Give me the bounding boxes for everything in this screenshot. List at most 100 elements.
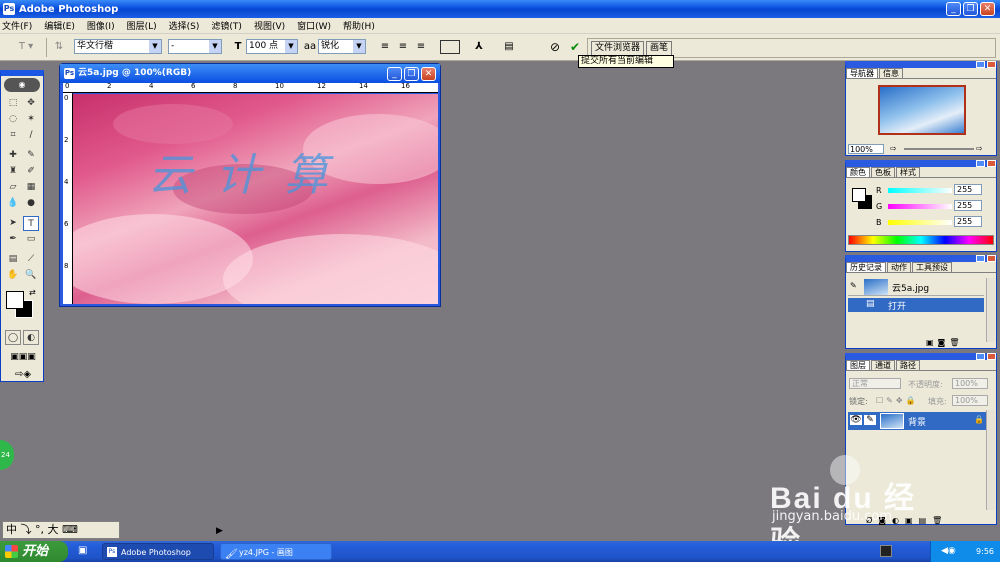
tab-swatches[interactable]: 色板: [871, 167, 895, 177]
font-size-select[interactable]: 100 点 ▼: [246, 39, 298, 54]
navigator-zoom-field[interactable]: 100%: [848, 144, 884, 154]
panel-close-button[interactable]: [987, 61, 996, 68]
image-canvas[interactable]: 云计算: [73, 94, 438, 304]
hand-tool-icon[interactable]: ✋: [5, 268, 21, 283]
gradient-tool-icon[interactable]: ▦: [23, 180, 39, 195]
tab-paths[interactable]: 路径: [896, 360, 920, 370]
layer-visibility-icon[interactable]: 👁: [850, 415, 862, 425]
tab-brushes[interactable]: 画笔: [646, 41, 673, 56]
text-orientation-icon[interactable]: ⇅: [52, 39, 66, 55]
menu-filter[interactable]: 滤镜(T): [211, 19, 242, 32]
history-step-row[interactable]: ▤ 打开: [848, 298, 984, 312]
menu-view[interactable]: 视图(V): [254, 19, 285, 32]
align-center-icon[interactable]: ≡: [396, 39, 410, 55]
tab-info[interactable]: 信息: [879, 68, 903, 78]
opacity-field[interactable]: 100%: [952, 378, 988, 389]
history-action-icons[interactable]: ▣◙🗑: [926, 338, 982, 347]
taskbar-paint[interactable]: 🖌 yz4.JPG - 画图: [220, 543, 332, 560]
scroll-right-icon[interactable]: ▶: [216, 526, 223, 536]
lock-icons[interactable]: ☐✎✥🔒: [876, 396, 919, 405]
slice-tool-icon[interactable]: ∕: [23, 128, 39, 143]
fill-field[interactable]: 100%: [952, 395, 988, 406]
b-value-field[interactable]: 255: [954, 216, 982, 227]
doc-minimize-button[interactable]: _: [387, 67, 402, 81]
g-slider[interactable]: [888, 204, 952, 209]
zoom-in-icon[interactable]: ⇨: [976, 144, 983, 153]
foreground-color-swatch[interactable]: [6, 291, 24, 309]
menu-select[interactable]: 选择(S): [169, 19, 200, 32]
maximize-button[interactable]: ❐: [963, 2, 978, 16]
font-family-select[interactable]: 华文行楷 ▼: [74, 39, 162, 54]
tab-styles[interactable]: 样式: [896, 167, 920, 177]
show-desktop-icon[interactable]: ▣: [78, 545, 92, 558]
swap-colors-icon[interactable]: ⇄: [29, 288, 36, 297]
pen-tool-icon[interactable]: ✒: [5, 232, 21, 247]
panel-minimize-button[interactable]: [976, 353, 985, 360]
color-fg-swatch[interactable]: [852, 188, 866, 202]
palettes-icon[interactable]: ▤: [502, 39, 516, 55]
clone-stamp-tool-icon[interactable]: ♜: [5, 164, 21, 179]
quick-mask-mode-icon[interactable]: ◐: [23, 330, 39, 345]
menu-help[interactable]: 帮助(H): [343, 19, 375, 32]
r-value-field[interactable]: 255: [954, 184, 982, 195]
menu-layer[interactable]: 图层(L): [127, 19, 157, 32]
warp-text-icon[interactable]: ⅄: [472, 39, 486, 55]
zoom-slider[interactable]: [904, 148, 974, 150]
panel-close-button[interactable]: [987, 255, 996, 262]
text-tool-preset-icon[interactable]: T ▾: [14, 39, 38, 55]
commit-edit-icon[interactable]: ✔: [568, 39, 582, 55]
eraser-tool-icon[interactable]: ▱: [5, 180, 21, 195]
vertical-ruler[interactable]: 0 2 4 6 8: [63, 93, 73, 304]
blur-tool-icon[interactable]: 💧: [5, 196, 21, 211]
adobe-online-icon[interactable]: ◉: [4, 78, 40, 92]
tab-color[interactable]: 颜色: [846, 167, 870, 177]
lasso-tool-icon[interactable]: ◌: [5, 112, 21, 127]
panel-minimize-button[interactable]: [976, 160, 985, 167]
panel-close-button[interactable]: [987, 353, 996, 360]
color-ramp[interactable]: [848, 235, 994, 245]
standard-mode-icon[interactable]: ◯: [5, 330, 21, 345]
document-window[interactable]: Ps 云5a.jpg @ 100%(RGB) _ ❐ ✕ 0 2 4 6 8 10 12 14…: [59, 63, 441, 307]
tab-actions[interactable]: 动作: [887, 262, 911, 272]
antialias-select[interactable]: 锐化 ▼: [318, 39, 366, 54]
navigator-thumbnail[interactable]: [878, 85, 966, 135]
tab-file-browser[interactable]: 文件浏览器: [591, 41, 645, 56]
text-color-swatch[interactable]: [440, 40, 460, 54]
b-slider[interactable]: [888, 220, 952, 225]
doc-close-button[interactable]: ✕: [421, 67, 436, 81]
marquee-tool-icon[interactable]: ⬚: [5, 96, 21, 111]
tray-clock[interactable]: 9:56: [976, 547, 994, 556]
crop-tool-icon[interactable]: ⌗: [5, 128, 21, 143]
type-tool-icon[interactable]: T: [23, 216, 39, 231]
notes-tool-icon[interactable]: ▤: [5, 252, 21, 267]
shape-tool-icon[interactable]: ▭: [23, 232, 39, 247]
healing-brush-tool-icon[interactable]: ✚: [5, 148, 21, 163]
g-value-field[interactable]: 255: [954, 200, 982, 211]
layers-scrollbar[interactable]: [986, 410, 995, 510]
blend-mode-select[interactable]: 正常: [849, 378, 901, 389]
font-style-select[interactable]: - ▼: [168, 39, 222, 54]
zoom-out-icon[interactable]: ⇨: [890, 144, 897, 153]
r-slider[interactable]: [888, 188, 952, 193]
close-button[interactable]: ✕: [980, 2, 995, 16]
path-selection-tool-icon[interactable]: ➤: [5, 216, 21, 231]
screen-mode-icons[interactable]: ▣▣▣: [5, 351, 41, 363]
align-right-icon[interactable]: ≡: [414, 39, 428, 55]
tab-tool-presets[interactable]: 工具预设: [912, 262, 952, 272]
menu-edit[interactable]: 编辑(E): [44, 19, 75, 32]
tab-layers[interactable]: 图层: [846, 360, 870, 370]
panel-close-button[interactable]: [987, 160, 996, 167]
align-left-icon[interactable]: ≡: [378, 39, 392, 55]
move-tool-icon[interactable]: ✥: [23, 96, 39, 111]
jump-to-imageready-icon[interactable]: ⇨◈: [5, 368, 41, 382]
history-brush-source-icon[interactable]: ✎: [850, 281, 857, 290]
horizontal-ruler[interactable]: 0 2 4 6 8 10 12 14 16: [63, 82, 438, 93]
tab-navigator[interactable]: 导航器: [846, 68, 878, 78]
tray-app-icon[interactable]: [880, 545, 892, 557]
taskbar-photoshop[interactable]: Ps Adobe Photoshop: [102, 543, 214, 560]
brush-tool-icon[interactable]: ✎: [23, 148, 39, 163]
tray-network-icon[interactable]: ◀◉: [941, 541, 956, 562]
cancel-edit-icon[interactable]: ⊘: [548, 39, 562, 55]
menu-file[interactable]: 文件(F): [2, 19, 32, 32]
menu-image[interactable]: 图像(I): [87, 19, 115, 32]
